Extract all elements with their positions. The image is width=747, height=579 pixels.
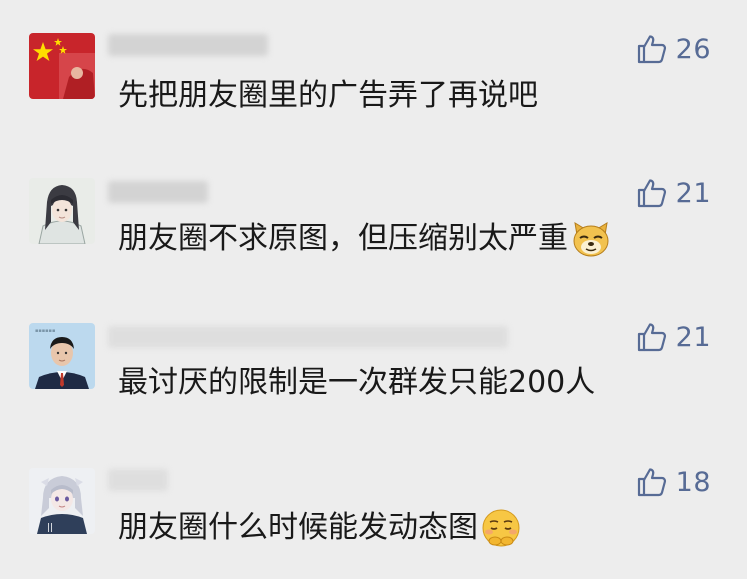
svg-text:▪▪▪▪▪▪: ▪▪▪▪▪▪ (35, 328, 55, 334)
sad-pleading-emoji-icon (481, 508, 521, 548)
comment-body: 先把朋友圈里的广告弄了再说吧 (118, 78, 538, 113)
comment-item: ▪▪▪▪▪▪ 21 最讨厌的限制是一次群发只能200人 (0, 290, 747, 430)
avatar[interactable]: || (29, 468, 95, 534)
thumbs-up-icon (636, 321, 668, 353)
comment-item: || 18 朋友圈什么时候能发动态图 (0, 435, 747, 575)
svg-text:||: || (47, 523, 53, 533)
like-button[interactable]: 21 (636, 173, 711, 213)
like-button[interactable]: 21 (636, 317, 711, 357)
avatar[interactable]: ▪▪▪▪▪▪ (29, 323, 95, 389)
comment-body: 朋友圈什么时候能发动态图 (118, 510, 478, 545)
thumbs-up-icon (636, 466, 668, 498)
comment-item: 26 先把朋友圈里的广告弄了再说吧 (0, 0, 747, 140)
like-button[interactable]: 18 (636, 462, 711, 502)
portrait-avatar-image: ▪▪▪▪▪▪ (29, 323, 95, 389)
comment-text: 朋友圈不求原图，但压缩别太严重 (118, 219, 611, 259)
username[interactable] (108, 181, 208, 203)
anime-avatar-image: || (29, 468, 95, 534)
comment-text: 朋友圈什么时候能发动态图 (118, 508, 521, 548)
comment-text: 先把朋友圈里的广告弄了再说吧 (118, 76, 538, 116)
thumbs-up-icon (636, 33, 668, 65)
flag-avatar-image (29, 33, 95, 99)
comment-body: 朋友圈不求原图，但压缩别太严重 (118, 221, 568, 256)
like-count: 21 (675, 177, 711, 209)
like-count: 26 (675, 33, 711, 65)
username[interactable] (108, 469, 168, 491)
comment-body: 最讨厌的限制是一次群发只能200人 (118, 365, 596, 400)
avatar[interactable] (29, 178, 95, 244)
like-button[interactable]: 26 (636, 29, 711, 69)
like-count: 18 (675, 466, 711, 498)
avatar[interactable] (29, 33, 95, 99)
comment-item: 21 朋友圈不求原图，但压缩别太严重 (0, 145, 747, 285)
comment-text: 最讨厌的限制是一次群发只能200人 (118, 363, 595, 403)
doge-emoji-icon (571, 219, 611, 259)
username[interactable] (108, 326, 508, 348)
thumbs-up-icon (636, 177, 668, 209)
like-count: 21 (675, 321, 711, 353)
character-avatar-image (29, 178, 95, 244)
username[interactable] (108, 34, 268, 56)
